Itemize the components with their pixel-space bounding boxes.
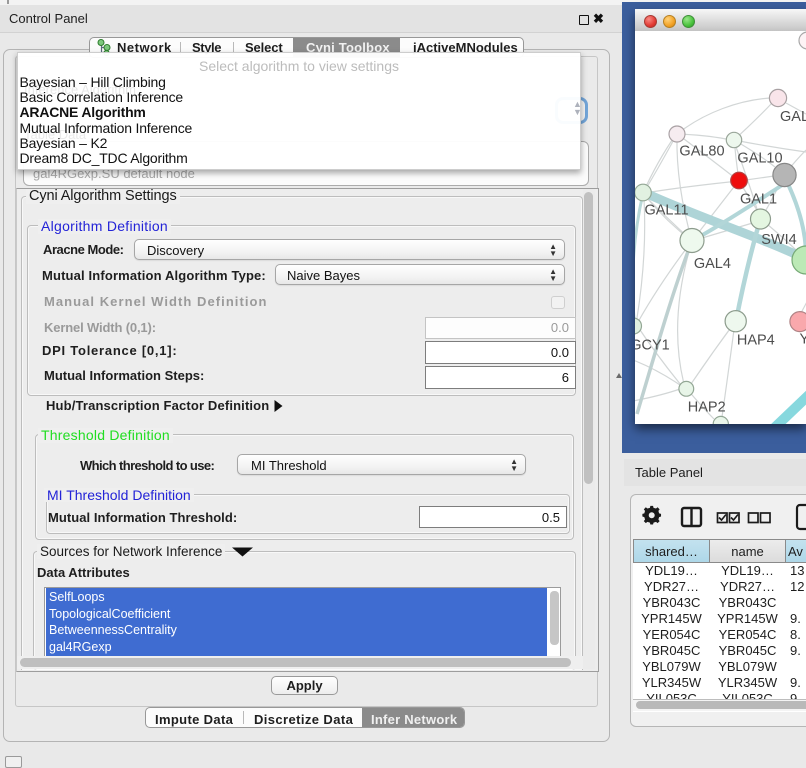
svg-text:GAL10: GAL10 [737,151,782,167]
svg-text:GAL1: GAL1 [740,192,777,208]
svg-text:HAP4: HAP4 [737,333,775,349]
svg-text:GAL7: GAL7 [780,109,806,125]
svg-text:HAP2: HAP2 [688,400,726,416]
svg-text:GAL11: GAL11 [644,203,688,219]
svg-text:GCY1: GCY1 [635,338,670,354]
svg-text:SWI4: SWI4 [761,232,796,248]
svg-text:GAL80: GAL80 [679,144,724,160]
svg-text:GAL4: GAL4 [694,256,731,272]
svg-text:YM: YM [800,332,806,348]
